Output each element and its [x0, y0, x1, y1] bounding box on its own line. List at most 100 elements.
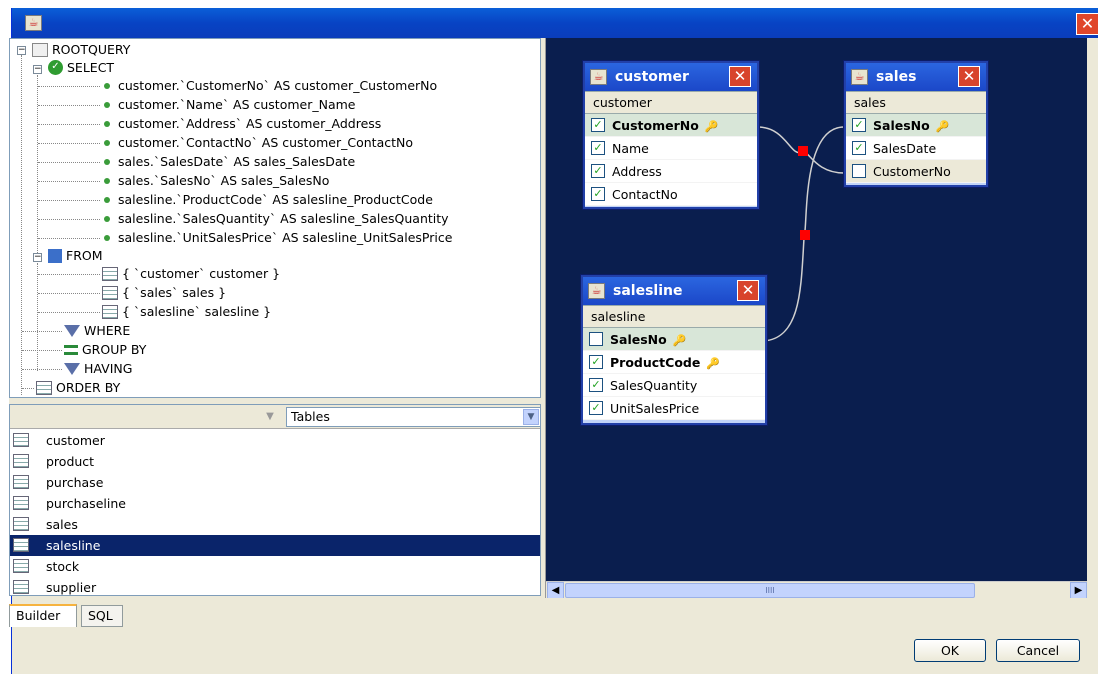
- select-item[interactable]: customer.`ContactNo` AS customer_Contact…: [104, 134, 413, 152]
- tables-header: ▼ Tables ▼: [10, 405, 541, 429]
- close-icon[interactable]: ✕: [729, 66, 751, 87]
- table-icon: [13, 496, 29, 510]
- tree-node-rootquery[interactable]: ROOTQUERY: [32, 41, 130, 59]
- select-item[interactable]: sales.`SalesNo` AS sales_SalesNo: [104, 172, 329, 190]
- close-icon[interactable]: ✕: [737, 280, 759, 301]
- table-list-item[interactable]: product: [10, 451, 540, 472]
- table-alias: customer: [585, 91, 757, 114]
- checkbox-unchecked[interactable]: [589, 332, 603, 346]
- select-item[interactable]: salesline.`SalesQuantity` AS salesline_S…: [104, 210, 449, 228]
- chevron-down-icon[interactable]: ▼: [261, 409, 279, 425]
- table-box-title[interactable]: ☕ customer ✕: [585, 63, 757, 91]
- column-row[interactable]: SalesNo 🔑: [583, 328, 765, 351]
- from-item[interactable]: { `salesline` salesline }: [102, 303, 271, 321]
- key-icon: 🔑: [704, 120, 719, 133]
- ok-button[interactable]: OK: [914, 639, 986, 662]
- join-marker[interactable]: [798, 146, 808, 156]
- tree-node-from[interactable]: FROM: [48, 247, 103, 265]
- table-list-item[interactable]: stock: [10, 556, 540, 577]
- scroll-right-button[interactable]: ▶: [1070, 582, 1087, 598]
- checkbox-checked[interactable]: ✓: [591, 187, 605, 201]
- object-type-combo[interactable]: Tables ▼: [286, 407, 541, 427]
- column-dot-icon: [104, 177, 110, 184]
- checkbox-checked[interactable]: ✓: [589, 355, 603, 369]
- column-row[interactable]: ✓ Address: [585, 160, 757, 183]
- column-row[interactable]: ✓ SalesDate: [846, 137, 986, 160]
- chevron-down-icon[interactable]: ▼: [523, 409, 539, 425]
- column-row[interactable]: ✓ Name: [585, 137, 757, 160]
- table-box-salesline[interactable]: ☕ salesline ✕ salesline SalesNo 🔑 ✓ Produc…: [581, 275, 767, 425]
- tab-builder[interactable]: Builder: [9, 604, 77, 627]
- from-item[interactable]: { `customer` customer }: [102, 265, 280, 283]
- table-box-title[interactable]: ☕ sales ✕: [846, 63, 986, 91]
- diagram-canvas[interactable]: ☕ customer ✕ customer ✓ CustomerNo 🔑 ✓ Name…: [545, 38, 1087, 598]
- tree-node-where[interactable]: WHERE: [64, 322, 130, 340]
- column-row[interactable]: ✓ UnitSalesPrice: [583, 397, 765, 420]
- tree-node-order-by[interactable]: ORDER BY: [36, 379, 120, 397]
- checkbox-checked[interactable]: ✓: [852, 118, 866, 132]
- column-row[interactable]: ✓ SalesNo 🔑: [846, 114, 986, 137]
- table-box-title[interactable]: ☕ salesline ✕: [583, 277, 765, 305]
- table-alias: sales: [846, 91, 986, 114]
- column-dot-icon: [104, 120, 110, 127]
- table-box-sales[interactable]: ☕ sales ✕ sales ✓ SalesNo 🔑 ✓ SalesDate Cus…: [844, 61, 988, 187]
- tables-panel: ▼ Tables ▼ customer product purchase pur…: [9, 404, 541, 596]
- close-icon[interactable]: ✕: [958, 66, 980, 87]
- table-list-item[interactable]: purchaseline: [10, 493, 540, 514]
- join-marker[interactable]: [800, 230, 810, 240]
- checkbox-unchecked[interactable]: [852, 164, 866, 178]
- order-icon: [36, 380, 52, 395]
- column-row[interactable]: CustomerNo: [846, 160, 986, 183]
- scroll-left-button[interactable]: ◀: [547, 582, 564, 598]
- column-row[interactable]: ✓ ProductCode 🔑: [583, 351, 765, 374]
- table-box-customer[interactable]: ☕ customer ✕ customer ✓ CustomerNo 🔑 ✓ Name…: [583, 61, 759, 209]
- root-collapse-toggle[interactable]: −: [17, 46, 26, 55]
- tree-node-having[interactable]: HAVING: [64, 360, 132, 378]
- column-dot-icon: [104, 82, 110, 89]
- filter-icon: [64, 362, 80, 375]
- from-collapse-toggle[interactable]: −: [33, 253, 42, 262]
- column-dot-icon: [104, 215, 110, 222]
- query-tree[interactable]: − ROOTQUERY − ✓ SELECT customer.`Customer…: [9, 38, 541, 398]
- checkbox-checked[interactable]: ✓: [589, 378, 603, 392]
- checkbox-checked[interactable]: ✓: [589, 401, 603, 415]
- table-icon: [13, 559, 29, 573]
- column-dot-icon: [104, 158, 110, 165]
- table-list-item[interactable]: sales: [10, 514, 540, 535]
- query-icon: [32, 42, 48, 57]
- title-bar[interactable]: ☕ ✕: [12, 8, 1098, 38]
- select-item[interactable]: sales.`SalesDate` AS sales_SalesDate: [104, 153, 355, 171]
- checkbox-checked[interactable]: ✓: [591, 141, 605, 155]
- column-row[interactable]: ✓ SalesQuantity: [583, 374, 765, 397]
- tab-sql[interactable]: SQL: [81, 605, 123, 627]
- scroll-thumb[interactable]: IIII: [565, 583, 975, 598]
- select-item[interactable]: salesline.`UnitSalesPrice` AS salesline_…: [104, 229, 452, 247]
- select-item[interactable]: salesline.`ProductCode` AS salesline_Pro…: [104, 191, 433, 209]
- horizontal-scrollbar[interactable]: ◀ IIII ▶: [546, 581, 1087, 598]
- checkbox-checked[interactable]: ✓: [591, 164, 605, 178]
- table-list-item[interactable]: purchase: [10, 472, 540, 493]
- select-item[interactable]: customer.`CustomerNo` AS customer_Custom…: [104, 77, 437, 95]
- cancel-button[interactable]: Cancel: [996, 639, 1080, 662]
- column-dot-icon: [104, 101, 110, 108]
- tree-node-group-by[interactable]: GROUP BY: [64, 341, 146, 359]
- table-list-item-selected[interactable]: salesline: [10, 535, 540, 556]
- from-item[interactable]: { `sales` sales }: [102, 284, 226, 302]
- checkbox-checked[interactable]: ✓: [852, 141, 866, 155]
- select-item[interactable]: customer.`Address` AS customer_Address: [104, 115, 381, 133]
- select-collapse-toggle[interactable]: −: [33, 65, 42, 74]
- table-icon: [13, 517, 29, 531]
- checkbox-checked[interactable]: ✓: [591, 118, 605, 132]
- tree-node-select[interactable]: ✓ SELECT: [48, 59, 114, 77]
- table-icon: [13, 538, 29, 552]
- table-list-item[interactable]: supplier: [10, 577, 540, 598]
- select-item[interactable]: customer.`Name` AS customer_Name: [104, 96, 356, 114]
- table-list-item[interactable]: customer: [10, 430, 540, 451]
- table-icon: [102, 285, 118, 300]
- column-row[interactable]: ✓ ContactNo: [585, 183, 757, 206]
- key-icon: 🔑: [672, 334, 687, 347]
- java-app-icon: ☕: [25, 15, 42, 31]
- window-close-button[interactable]: ✕: [1076, 13, 1098, 35]
- column-row[interactable]: ✓ CustomerNo 🔑: [585, 114, 757, 137]
- tree-guide: [21, 55, 22, 395]
